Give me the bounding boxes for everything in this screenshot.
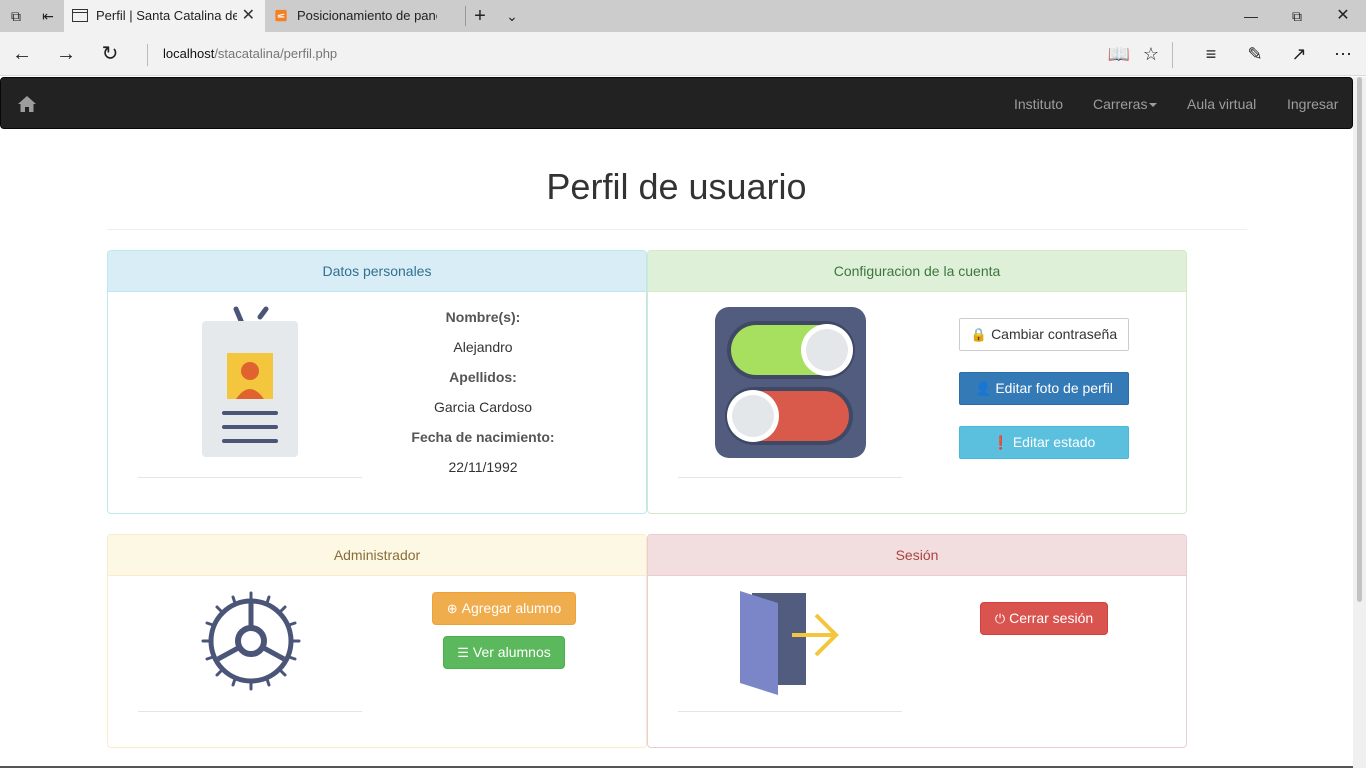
- address-bar: ← → ↻ localhost/stacatalina/perfil.php 📖…: [0, 32, 1366, 76]
- logout-label: Cerrar sesión: [1009, 610, 1094, 626]
- close-window-icon[interactable]: ✕: [1320, 0, 1366, 32]
- close-tab-icon[interactable]: ✕: [242, 0, 255, 32]
- lock-icon: 🔒: [970, 327, 988, 342]
- edit-photo-label: Editar foto de perfil: [995, 380, 1113, 396]
- reading-view-icon[interactable]: 📖: [1106, 41, 1132, 67]
- page-scrollbar[interactable]: [1353, 77, 1366, 768]
- id-badge-icon: [202, 306, 298, 457]
- forward-icon[interactable]: →: [52, 40, 80, 68]
- panel-heading: Sesión: [648, 535, 1186, 576]
- tab-manager-icon[interactable]: ⧉: [6, 6, 26, 26]
- divider: [147, 44, 148, 66]
- favorite-star-icon[interactable]: ☆: [1138, 41, 1164, 67]
- user-icon: 👤: [975, 381, 992, 396]
- logout-button[interactable]: ⏻ Cerrar sesión: [980, 602, 1108, 635]
- edit-status-label: Editar estado: [1012, 434, 1096, 450]
- share-icon[interactable]: ↗: [1286, 41, 1312, 67]
- minimize-icon[interactable]: —: [1228, 0, 1274, 32]
- add-student-button[interactable]: ⊕ Agregar alumno: [432, 592, 576, 625]
- change-password-button[interactable]: 🔒 Cambiar contraseña: [959, 318, 1129, 351]
- nav-carreras[interactable]: Carreras: [1093, 96, 1158, 112]
- divider: [138, 711, 362, 712]
- edit-photo-button[interactable]: 👤 Editar foto de perfil: [959, 372, 1129, 405]
- surname-value: Garcia Cardoso: [433, 399, 533, 415]
- birth-label: Fecha de nacimiento:: [411, 429, 555, 445]
- exclamation-sign-icon: ❗: [992, 435, 1009, 450]
- name-value: Alejandro: [453, 339, 513, 355]
- nav-carreras-label: Carreras: [1093, 96, 1148, 112]
- add-student-label: Agregar alumno: [461, 600, 562, 616]
- name-label: Nombre(s):: [445, 309, 521, 325]
- tab-posicionamiento[interactable]: Posicionamiento de paneles: [265, 0, 465, 32]
- refresh-icon[interactable]: ↻: [96, 40, 124, 68]
- panel-heading: Configuracion de la cuenta: [648, 251, 1186, 292]
- divider: [678, 711, 902, 712]
- title-divider: [107, 229, 1247, 230]
- nav-ingresar[interactable]: Ingresar: [1287, 96, 1338, 112]
- divider: [138, 477, 362, 478]
- web-note-icon[interactable]: ✎: [1242, 41, 1268, 67]
- tab-divider: [465, 6, 466, 26]
- more-icon[interactable]: ⋯: [1330, 41, 1356, 67]
- site-navbar: Instituto Carreras Aula virtual Ingresar: [0, 77, 1353, 129]
- nav-instituto[interactable]: Instituto: [1014, 96, 1063, 112]
- set-tabs-aside-icon[interactable]: ⇤: [38, 6, 58, 26]
- edit-status-button[interactable]: ❗ Editar estado: [959, 426, 1129, 459]
- panel-heading: Datos personales: [108, 251, 646, 292]
- tab-perfil[interactable]: Perfil | Santa Catalina de ✕: [64, 0, 265, 32]
- browser-tab-strip: ⧉ ⇤ Perfil | Santa Catalina de ✕ Posicio…: [0, 0, 1366, 32]
- personal-data-panel: Datos personales Nombre(s): Alejandro Ap…: [107, 250, 647, 514]
- view-students-button[interactable]: ☰ Ver alumnos: [443, 636, 565, 669]
- divider: [678, 477, 902, 478]
- scrollbar-thumb[interactable]: [1357, 77, 1362, 602]
- page-icon: [72, 9, 88, 22]
- change-password-label: Cambiar contraseña: [991, 326, 1118, 342]
- birth-value: 22/11/1992: [448, 459, 518, 475]
- logout-door-icon: [740, 591, 839, 695]
- url-field[interactable]: localhost/stacatalina/perfil.php: [163, 46, 337, 61]
- back-icon[interactable]: ←: [8, 40, 36, 68]
- stackoverflow-icon: [275, 9, 287, 22]
- power-icon: ⏻: [994, 611, 1006, 626]
- tab-preview-chevron-icon[interactable]: ⌄: [502, 6, 522, 26]
- url-path: /stacatalina/perfil.php: [214, 46, 338, 61]
- view-students-label: Ver alumnos: [472, 644, 551, 660]
- restore-icon[interactable]: ⧉: [1274, 0, 1320, 32]
- tab-title: Posicionamiento de paneles: [297, 8, 437, 23]
- settings-gear-icon: [201, 591, 301, 691]
- tab-title: Perfil | Santa Catalina de: [96, 8, 237, 23]
- url-host: localhost: [163, 46, 215, 61]
- caret-down-icon: [1149, 103, 1158, 108]
- panel-heading: Administrador: [108, 535, 646, 576]
- home-icon[interactable]: [17, 95, 37, 113]
- toggle-switches-icon: [715, 307, 866, 458]
- session-panel: Sesión ⏻ Cerrar sesión: [647, 534, 1187, 748]
- page-title: Perfil de usuario: [546, 166, 807, 207]
- surname-label: Apellidos:: [449, 369, 517, 385]
- list-icon: ☰: [457, 645, 469, 660]
- divider: [1172, 42, 1173, 68]
- plus-sign-icon: ⊕: [446, 601, 458, 616]
- nav-aula-virtual[interactable]: Aula virtual: [1187, 96, 1256, 112]
- account-settings-panel: Configuracion de la cuenta 🔒 Cambiar cont…: [647, 250, 1187, 514]
- new-tab-icon[interactable]: +: [470, 6, 490, 26]
- hub-icon[interactable]: ≡: [1198, 41, 1224, 67]
- admin-panel: Administrador ⊕Agregar alumno ☰Ver alu: [107, 534, 647, 748]
